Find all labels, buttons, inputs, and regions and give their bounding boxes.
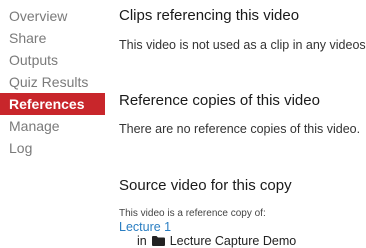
references-page: Overview Share Outputs Quiz Results Refe…: [0, 0, 366, 248]
sidebar-item-log[interactable]: Log: [0, 137, 105, 159]
sidebar-item-manage[interactable]: Manage: [0, 115, 105, 137]
source-section-title: Source video for this copy: [119, 177, 292, 194]
sidebar-item-outputs[interactable]: Outputs: [0, 49, 105, 71]
source-folder-line: in Lecture Capture Demo: [137, 234, 296, 248]
sidebar-item-overview[interactable]: Overview: [0, 5, 105, 27]
clips-section-title: Clips referencing this video: [119, 7, 300, 24]
clips-section-text: This video is not used as a clip in any …: [119, 38, 366, 52]
reference-copies-section-title: Reference copies of this video: [119, 92, 320, 109]
reference-copies-section-text: There are no reference copies of this vi…: [119, 122, 361, 136]
source-note: This video is a reference copy of:: [119, 208, 266, 219]
sidebar-item-references[interactable]: References: [0, 93, 105, 115]
sidebar-nav: Overview Share Outputs Quiz Results Refe…: [0, 5, 105, 159]
sidebar-item-quiz-results[interactable]: Quiz Results: [0, 71, 105, 93]
folder-name[interactable]: Lecture Capture Demo: [170, 234, 296, 248]
folder-icon: [151, 236, 165, 246]
source-video-link[interactable]: Lecture 1: [119, 220, 171, 234]
sidebar-item-share[interactable]: Share: [0, 27, 105, 49]
in-prefix: in: [137, 234, 147, 248]
